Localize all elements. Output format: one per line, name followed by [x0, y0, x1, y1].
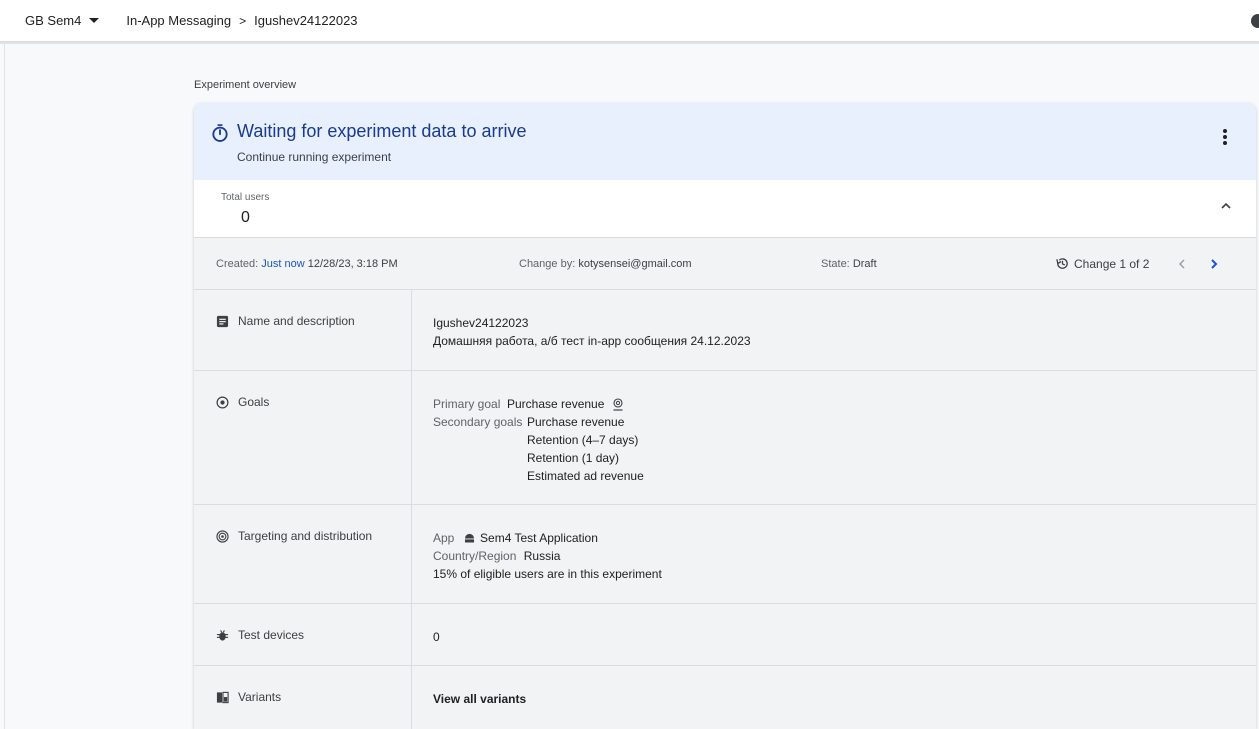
total-users-label: Total users — [221, 192, 270, 203]
project-selector[interactable]: GB Sem4 — [25, 13, 100, 28]
variants-icon — [216, 691, 229, 703]
row-goals: Goals Primary goal Purchase revenue Seco… — [194, 371, 1256, 505]
history-icon — [1056, 258, 1068, 269]
created-just-now-link[interactable]: Just now — [261, 258, 304, 270]
distribution-text: 15% of eligible users are in this experi… — [433, 567, 662, 581]
view-all-variants-link[interactable]: View all variants — [433, 690, 526, 708]
app-label: App — [433, 531, 455, 545]
experiment-overview-card: Waiting for experiment data to arrive Co… — [194, 103, 1256, 729]
section-title: Experiment overview — [194, 79, 297, 91]
award-icon — [613, 398, 623, 411]
project-name: GB Sem4 — [25, 13, 82, 28]
avatar[interactable] — [1251, 14, 1259, 28]
targeting-label: Targeting and distribution — [238, 529, 373, 543]
change-by-label: Change by: — [519, 258, 576, 270]
variants-label: Variants — [238, 690, 282, 704]
breadcrumb-item-experiment: Igushev24122023 — [254, 13, 358, 28]
row-targeting: Targeting and distribution App Sem4 Test… — [194, 505, 1256, 604]
row-variants: Variants View all variants — [194, 666, 1256, 729]
banner-title: Waiting for experiment data to arrive — [237, 121, 527, 141]
primary-goal-value: Purchase revenue — [507, 397, 605, 411]
name-description-content: Igushev24122023 Домашняя работа, а/б тес… — [433, 314, 751, 350]
goals-content: Primary goal Purchase revenue Secondary … — [433, 395, 644, 485]
goals-label: Goals — [238, 395, 270, 409]
secondary-goal-3: Retention (1 day) — [527, 451, 620, 465]
country-line: Country/Region Russia — [433, 547, 662, 565]
change-history-button[interactable]: Change 1 of 2 — [1055, 256, 1149, 271]
breadcrumb-separator: > — [239, 13, 247, 28]
experiment-name: Igushev24122023 — [433, 316, 529, 330]
description-icon — [216, 315, 229, 327]
header-divider — [0, 42, 1259, 44]
row-test-devices: Test devices 0 — [194, 604, 1256, 666]
experiment-description: Домашняя работа, а/б тест in-app сообщен… — [433, 334, 751, 348]
state-value: Draft — [852, 258, 877, 270]
target-icon — [216, 529, 229, 543]
status-banner: Waiting for experiment data to arrive Co… — [194, 103, 1256, 180]
created-timestamp: 12/28/23, 3:18 PM — [307, 258, 398, 270]
change-by-info: Change by: kotysensei@gmail.com — [519, 258, 692, 270]
app-line: App Sem4 Test Application — [433, 529, 662, 547]
more-options-icon[interactable] — [1222, 129, 1228, 147]
row-label-devices: Test devices — [216, 628, 304, 642]
total-users-value: 0 — [241, 209, 250, 226]
timer-icon — [212, 124, 228, 142]
chevron-left-icon[interactable] — [1174, 256, 1190, 272]
row-name-description: Name and description Igushev24122023 Дом… — [194, 290, 1256, 371]
chevron-up-icon[interactable] — [1218, 198, 1234, 214]
sidebar-edge — [4, 44, 5, 729]
secondary-goal-1: Purchase revenue — [527, 415, 625, 429]
change-meta-bar: Created: Just now 12/28/23, 3:18 PM Chan… — [194, 239, 1256, 290]
created-label: Created: — [216, 258, 259, 270]
secondary-goals-label: Secondary goals — [433, 415, 523, 429]
change-by-value: kotysensei@gmail.com — [578, 258, 692, 270]
secondary-goal-4: Estimated ad revenue — [527, 469, 644, 483]
goal-icon — [216, 396, 229, 408]
test-devices-label: Test devices — [238, 628, 305, 642]
stats-panel: Total users 0 — [194, 180, 1256, 238]
top-app-bar: GB Sem4 In-App Messaging > Igushev241220… — [0, 0, 1259, 42]
targeting-content: App Sem4 Test Application Country/Region… — [433, 529, 662, 583]
row-label-variants: Variants — [216, 690, 281, 704]
country-label: Country/Region — [433, 549, 517, 563]
change-counter: Change 1 of 2 — [1074, 256, 1150, 271]
name-description-label: Name and description — [238, 314, 355, 328]
caret-down-icon — [89, 18, 100, 23]
state-label: State: — [821, 258, 850, 270]
row-label-name: Name and description — [216, 314, 355, 328]
primary-goal-row: Purchase revenue — [507, 395, 644, 413]
breadcrumb: In-App Messaging > Igushev24122023 — [126, 13, 357, 28]
row-label-goals: Goals — [216, 395, 269, 409]
row-label-targeting: Targeting and distribution — [216, 529, 372, 543]
chevron-right-icon[interactable] — [1206, 256, 1222, 272]
secondary-goal-2: Retention (4–7 days) — [527, 433, 639, 447]
breadcrumb-item-in-app-messaging[interactable]: In-App Messaging — [126, 13, 231, 28]
state-info: State: Draft — [821, 258, 877, 270]
bug-icon — [216, 629, 229, 641]
android-icon — [464, 533, 474, 543]
test-devices-value: 0 — [433, 630, 440, 644]
banner-subtitle: Continue running experiment — [237, 150, 392, 164]
created-info: Created: Just now 12/28/23, 3:18 PM — [216, 258, 398, 270]
country-value: Russia — [523, 549, 561, 563]
app-value: Sem4 Test Application — [480, 531, 598, 545]
